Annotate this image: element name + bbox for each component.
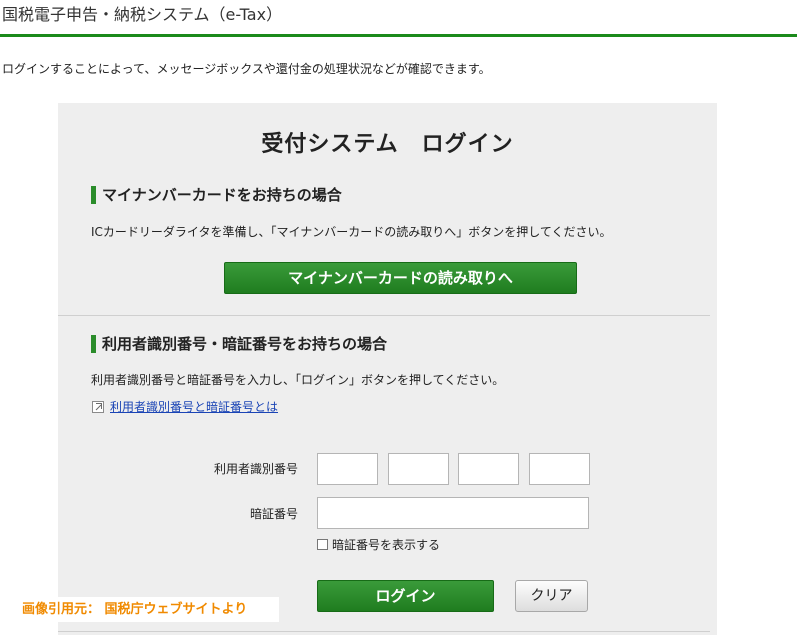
- mynumber-heading-text: マイナンバーカードをお持ちの場合: [102, 186, 342, 204]
- external-link-icon: [92, 401, 104, 413]
- user-id-input-3[interactable]: [458, 453, 519, 485]
- image-source-watermark: 画像引用元： 国税庁ウェブサイトより: [14, 597, 279, 622]
- heading-accent-bar: [91, 186, 96, 204]
- id-heading-text: 利用者識別番号・暗証番号をお持ちの場合: [102, 335, 388, 353]
- id-description: 利用者識別番号と暗証番号を入力し、「ログイン」ボタンを押してください。: [91, 373, 505, 387]
- mynumber-description: ICカードリーダライタを準備し、「マイナンバーカードの読み取りへ」ボタンを押して…: [91, 225, 612, 239]
- show-password-label: 暗証番号を表示する: [332, 538, 441, 552]
- help-link-text[interactable]: 利用者識別番号と暗証番号とは: [110, 400, 278, 414]
- user-id-input-2[interactable]: [388, 453, 449, 485]
- show-password-option[interactable]: 暗証番号を表示する: [317, 537, 440, 553]
- login-button[interactable]: ログイン: [317, 580, 494, 612]
- site-title: 国税電子申告・納税システム（e-Tax）: [2, 5, 283, 24]
- user-id-input-4[interactable]: [529, 453, 590, 485]
- password-label: 暗証番号: [249, 507, 298, 521]
- etax-login-page: 国税電子申告・納税システム（e-Tax） ログインすることによって、メッセージボ…: [0, 0, 800, 635]
- title-underline: [0, 34, 797, 37]
- show-password-checkbox[interactable]: [317, 539, 328, 550]
- user-id-help-link[interactable]: 利用者識別番号と暗証番号とは: [92, 399, 278, 415]
- section-divider: [58, 315, 710, 316]
- mynumber-section-heading: マイナンバーカードをお持ちの場合: [91, 185, 342, 205]
- id-section-heading: 利用者識別番号・暗証番号をお持ちの場合: [91, 334, 387, 354]
- intro-text: ログインすることによって、メッセージボックスや還付金の処理状況などが確認できます…: [2, 62, 491, 76]
- read-mynumber-card-button[interactable]: マイナンバーカードの読み取りへ: [224, 262, 577, 294]
- password-input[interactable]: [317, 497, 589, 529]
- login-panel: 受付システム ログイン マイナンバーカードをお持ちの場合 ICカードリーダライタ…: [58, 103, 717, 635]
- user-id-label: 利用者識別番号: [213, 462, 298, 476]
- user-id-input-1[interactable]: [317, 453, 378, 485]
- panel-title: 受付システム ログイン: [261, 132, 514, 157]
- heading-accent-bar: [91, 335, 96, 353]
- bottom-divider: [58, 631, 710, 632]
- clear-button[interactable]: クリア: [515, 580, 588, 612]
